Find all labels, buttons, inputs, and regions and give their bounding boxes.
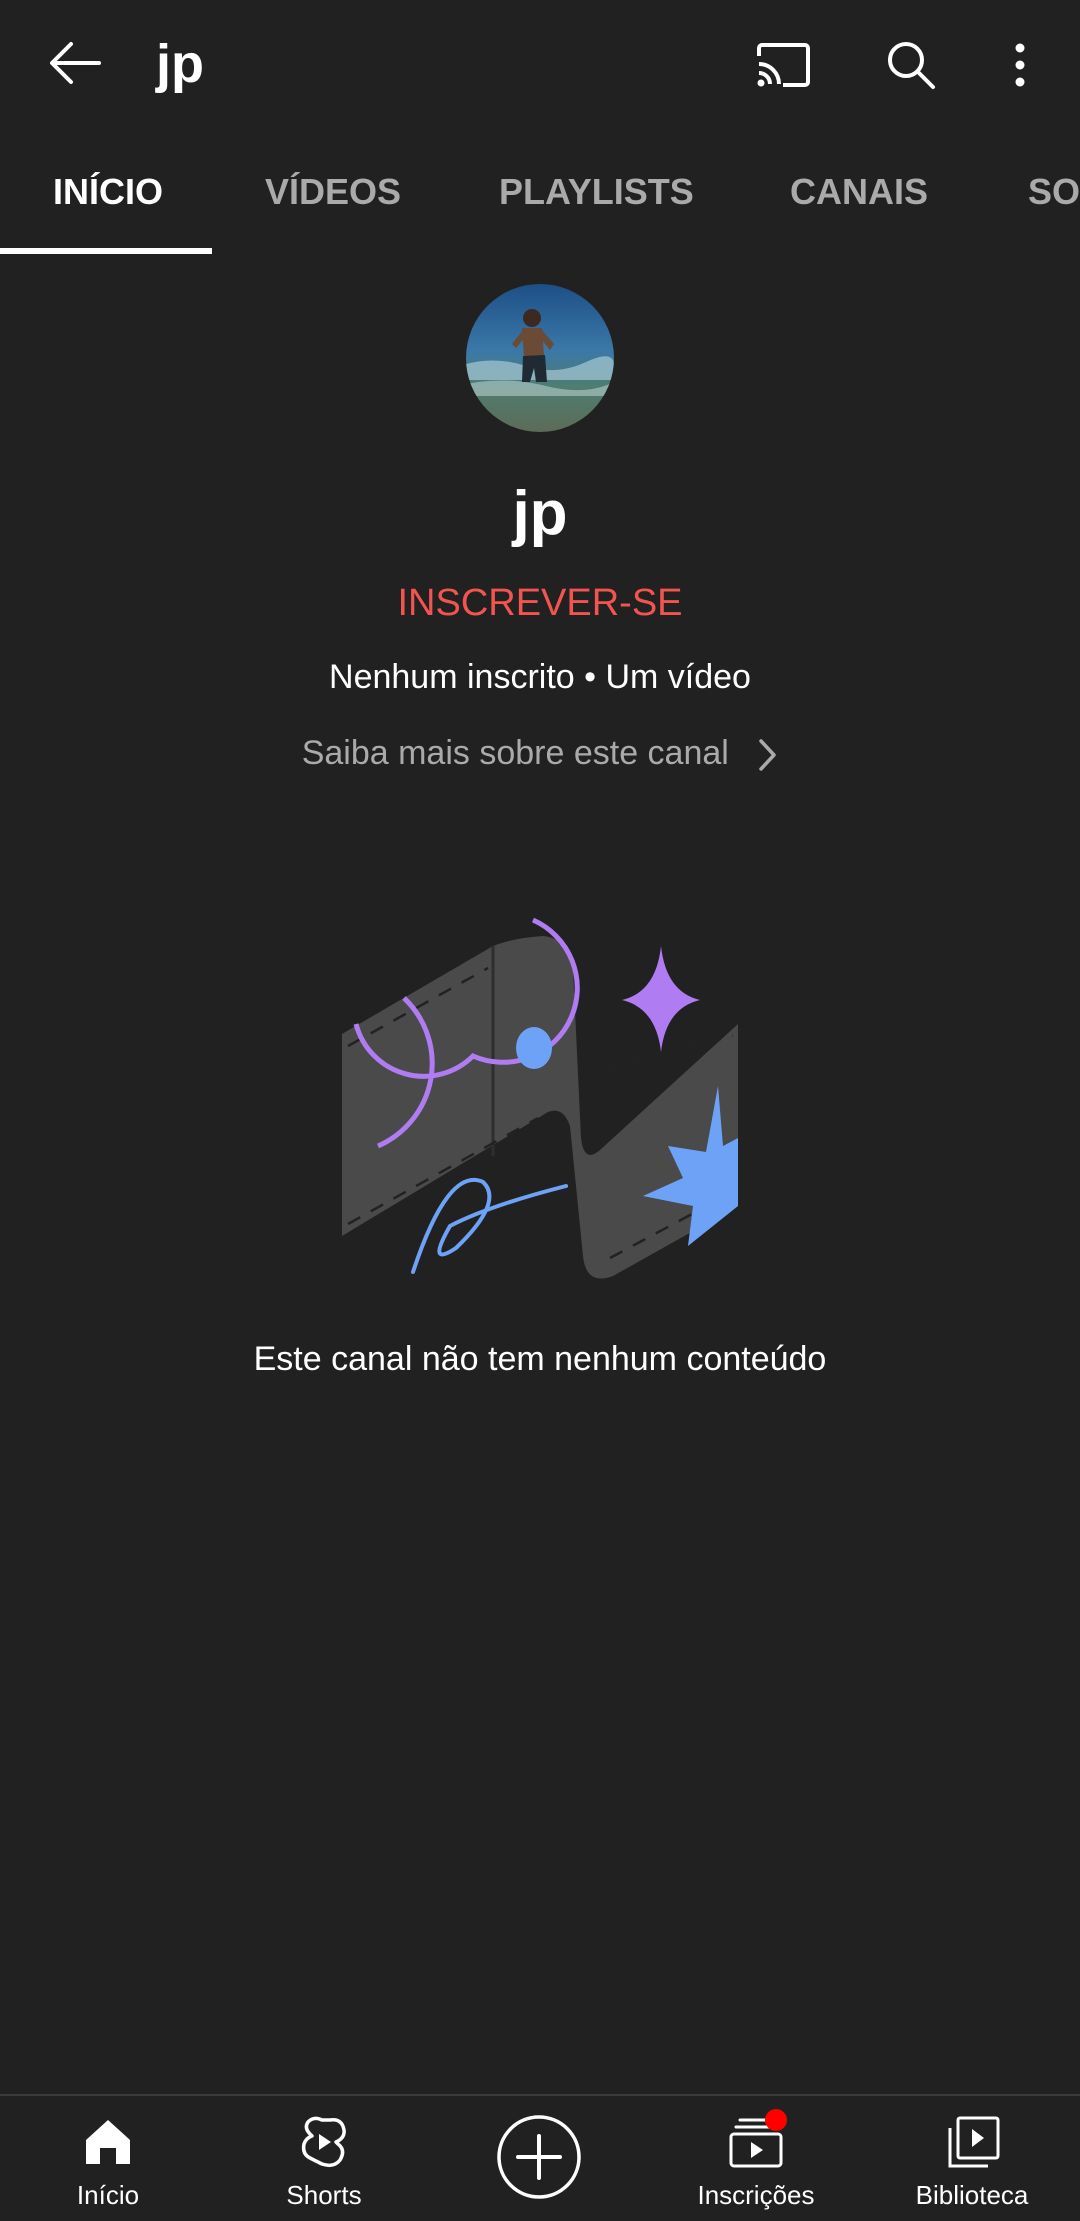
search-icon <box>888 42 935 89</box>
notification-badge <box>765 2109 787 2131</box>
empty-state-message: Este canal não tem nenhum conteúdo <box>253 1340 827 1378</box>
nav-shorts[interactable]: Shorts <box>216 2096 432 2221</box>
page-title: jp <box>156 34 204 94</box>
subscribe-button[interactable]: INSCREVER-SE <box>0 578 1080 628</box>
avatar-image <box>466 284 614 432</box>
arrow-left-icon <box>50 42 101 84</box>
nav-label-shorts: Shorts <box>286 2180 362 2210</box>
empty-state-art <box>342 917 738 1279</box>
nav-label-inicio: Início <box>76 2180 140 2210</box>
tab-canais[interactable]: CANAIS <box>790 130 928 254</box>
home-icon <box>86 2120 130 2164</box>
top-app-bar: jp <box>0 0 1080 130</box>
nav-create[interactable] <box>432 2096 648 2221</box>
cast-button[interactable] <box>748 30 818 100</box>
back-button[interactable] <box>40 28 110 98</box>
create-plus-icon <box>497 2115 581 2199</box>
nav-inicio[interactable]: Início <box>0 2096 216 2221</box>
nav-inscricoes[interactable]: Inscrições <box>648 2096 864 2221</box>
more-options-button[interactable] <box>990 30 1050 100</box>
shorts-icon <box>301 2116 346 2168</box>
more-vert-icon <box>1015 43 1025 87</box>
channel-tabs: INÍCIO VÍDEOS PLAYLISTS CANAIS SOBRE <box>0 130 1080 254</box>
search-button[interactable] <box>876 30 946 100</box>
about-channel-link[interactable]: Saiba mais sobre este canal <box>0 728 1080 778</box>
tab-sobre[interactable]: SOBRE <box>1028 130 1080 254</box>
channel-avatar[interactable] <box>466 284 614 432</box>
nav-biblioteca[interactable]: Biblioteca <box>864 2096 1080 2221</box>
tab-playlists[interactable]: PLAYLISTS <box>499 130 694 254</box>
tab-videos[interactable]: VÍDEOS <box>265 130 401 254</box>
tab-inicio[interactable]: INÍCIO <box>53 130 163 254</box>
active-tab-indicator <box>0 248 212 254</box>
nav-label-inscricoes: Inscrições <box>697 2180 815 2210</box>
library-icon <box>948 2116 1000 2168</box>
cast-icon <box>757 43 810 87</box>
channel-stats: Nenhum inscrito • Um vídeo <box>329 658 751 696</box>
channel-name: jp <box>512 479 568 548</box>
bottom-navigation: Início Shorts Inscrições Biblioteca <box>0 2094 1080 2221</box>
chevron-right-icon <box>759 739 777 771</box>
about-channel-label: Saiba mais sobre este canal <box>301 734 729 772</box>
empty-channel-illustration <box>338 906 738 1286</box>
nav-label-biblioteca: Biblioteca <box>915 2180 1029 2210</box>
